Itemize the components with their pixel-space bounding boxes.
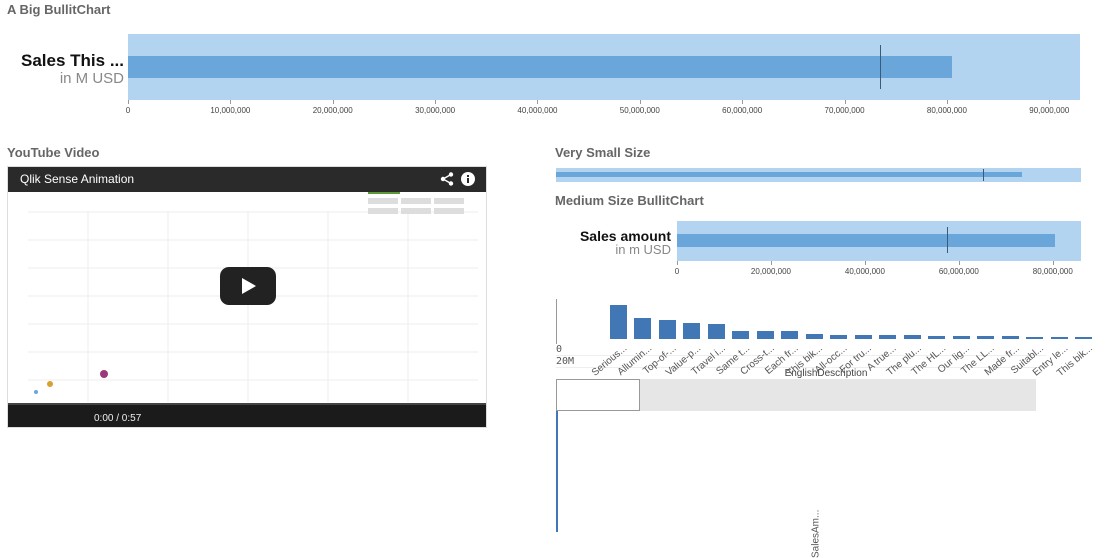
axis-tick-label: 50,000,000 [619,106,660,115]
bar[interactable] [854,334,872,339]
bullet-target-marker [982,169,984,181]
bullet-target-marker [947,227,949,253]
axis-tick-mark [742,100,744,104]
axis-tick-mark [1052,261,1054,265]
play-button[interactable] [220,267,276,305]
axis-tick-label: 60,000,000 [938,267,979,276]
axis-tick-label: 40,000,000 [844,267,885,276]
bar[interactable] [1001,336,1019,339]
medium-bullet-title: Medium Size BullitChart [555,193,704,208]
axis-tick-mark [946,100,948,104]
bar[interactable] [903,335,921,339]
bullet-value-bar [128,56,953,78]
axis-tick-label: 80,000,000 [926,106,967,115]
axis-tick-mark [435,100,437,104]
bullet-target-marker [880,45,882,89]
big-bullet-sublabel: in M USD [59,70,124,87]
bar[interactable] [928,335,946,339]
youtube-video-player[interactable]: Qlik Sense Animation 0:00 / 0:57 [7,166,487,428]
bar[interactable] [977,336,995,339]
axis-tick-mark [128,100,129,104]
medium-bullet-sublabel: in m USD [615,242,671,257]
video-controls: 0:00 / 0:57 [8,405,486,427]
video-title: Qlik Sense Animation [20,172,135,186]
axis-tick-label: 10,000,000 [210,106,251,115]
bar[interactable] [830,334,848,339]
bar[interactable] [1026,336,1044,339]
navigator-bar [556,435,558,451]
axis-tick-label: 0 [125,106,131,115]
bar[interactable] [658,319,676,339]
axis-tick-mark [677,261,678,265]
axis-tick-mark [230,100,232,104]
bar[interactable] [1050,336,1068,339]
big-bullet-label: Sales This ... [21,51,124,70]
video-title-bar: Qlik Sense Animation [8,167,486,192]
small-bullet-title: Very Small Size [555,145,651,160]
bullet-value-bar [677,234,1056,247]
axis-tick-label: 0 [674,267,680,276]
bullet-value-bar [556,172,1022,177]
axis-tick-label: 90,000,000 [1029,106,1070,115]
info-icon[interactable] [461,172,475,186]
navigator-bar [556,464,558,476]
axis-tick-mark [639,100,641,104]
axis-tick-mark [958,261,960,265]
share-icon[interactable] [440,172,454,186]
axis-tick-label: 20,000,000 [750,267,791,276]
axis-tick-mark [864,261,866,265]
navigator-bar [556,411,558,435]
y-axis-label: SalesAm... [810,509,822,558]
axis-tick-mark [770,261,772,265]
video-time: 0:00 / 0:57 [94,413,142,424]
axis-tick-label: 30,000,000 [415,106,456,115]
bar[interactable] [634,317,652,339]
axis-tick-label: 80,000,000 [1032,267,1073,276]
bar[interactable] [756,330,774,339]
bar[interactable] [732,330,750,339]
navigator-bar [556,530,558,533]
bar[interactable] [781,331,799,339]
axis-tick-label: 60,000,000 [722,106,763,115]
navigator-bar [556,450,558,465]
big-bullet-title: A Big BullitChart [7,2,111,17]
bar[interactable] [805,333,823,339]
axis-tick-label: 20,000,000 [312,106,353,115]
axis-tick-label: 40,000,000 [517,106,558,115]
medium-bullet-chart[interactable]: 0 20,000,000 40,000,000 60,000,000 80,000,00… [674,221,1081,279]
navigator-window[interactable] [556,379,640,411]
bar[interactable] [1075,336,1093,339]
big-bullet-chart[interactable]: 0 10,000,000 20,000,000 30,000,000 40,000,00… [125,34,1080,128]
axis-tick-mark [332,100,334,104]
y-axis-line [556,299,557,344]
axis-tick-mark [537,100,539,104]
bar[interactable] [952,335,970,339]
axis-tick-label: 70,000,000 [824,106,865,115]
bar[interactable] [879,335,897,339]
navigator-bar [556,475,558,487]
axis-tick-mark [844,100,846,104]
youtube-title: YouTube Video [7,145,100,160]
bar[interactable] [707,323,725,339]
play-icon [242,278,256,294]
axis-tick-mark [1049,100,1051,104]
bar[interactable] [683,322,701,339]
chart-scroll-navigator[interactable] [556,379,1036,533]
bar[interactable] [609,305,627,339]
sales-bar-chart[interactable]: SalesAm... 0 20M Serious... Allumin... Top-of… [556,288,1096,558]
